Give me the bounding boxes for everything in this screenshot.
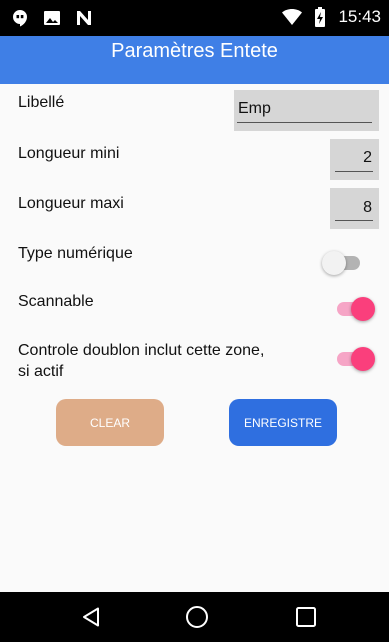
longueur-mini-field-box	[330, 139, 379, 180]
type-numerique-switch[interactable]	[322, 248, 366, 278]
longueur-maxi-input[interactable]	[334, 198, 372, 218]
status-bar: 15:43	[0, 0, 389, 36]
n-logo-icon	[74, 8, 94, 28]
switch-thumb	[351, 347, 375, 371]
navigation-bar	[0, 592, 389, 642]
longueur-maxi-label: Longueur maxi	[18, 195, 124, 212]
controle-doublon-switch[interactable]	[333, 344, 377, 374]
recents-icon[interactable]	[293, 604, 319, 630]
longueur-mini-input[interactable]	[334, 148, 372, 168]
scannable-label: Scannable	[18, 293, 94, 310]
longueur-mini-underline	[335, 171, 373, 172]
home-icon[interactable]	[184, 604, 210, 630]
page-title: Paramètres Entete	[111, 40, 278, 62]
libelle-field-box	[234, 90, 379, 131]
clear-button[interactable]: CLEAR	[56, 399, 164, 446]
enregistre-button[interactable]: ENREGISTRE	[229, 399, 337, 446]
libelle-input[interactable]	[238, 99, 368, 119]
controle-doublon-label: Controle doublon inclut cette zone, si a…	[18, 342, 265, 380]
longueur-maxi-underline	[335, 220, 373, 221]
status-clock: 15:43	[338, 7, 381, 26]
back-icon[interactable]	[78, 604, 104, 630]
battery-icon	[310, 7, 330, 27]
libelle-underline	[237, 122, 372, 123]
longueur-mini-label: Longueur mini	[18, 145, 120, 162]
switch-thumb	[351, 297, 375, 321]
image-icon	[42, 8, 62, 28]
hangouts-icon	[10, 8, 30, 28]
switch-thumb	[322, 251, 346, 275]
scannable-switch[interactable]	[333, 294, 377, 324]
type-numerique-label: Type numérique	[18, 245, 133, 262]
libelle-label: Libellé	[18, 94, 65, 111]
wifi-icon	[282, 7, 303, 27]
app-bar: Paramètres Entete	[0, 36, 389, 84]
longueur-maxi-field-box	[330, 188, 379, 229]
